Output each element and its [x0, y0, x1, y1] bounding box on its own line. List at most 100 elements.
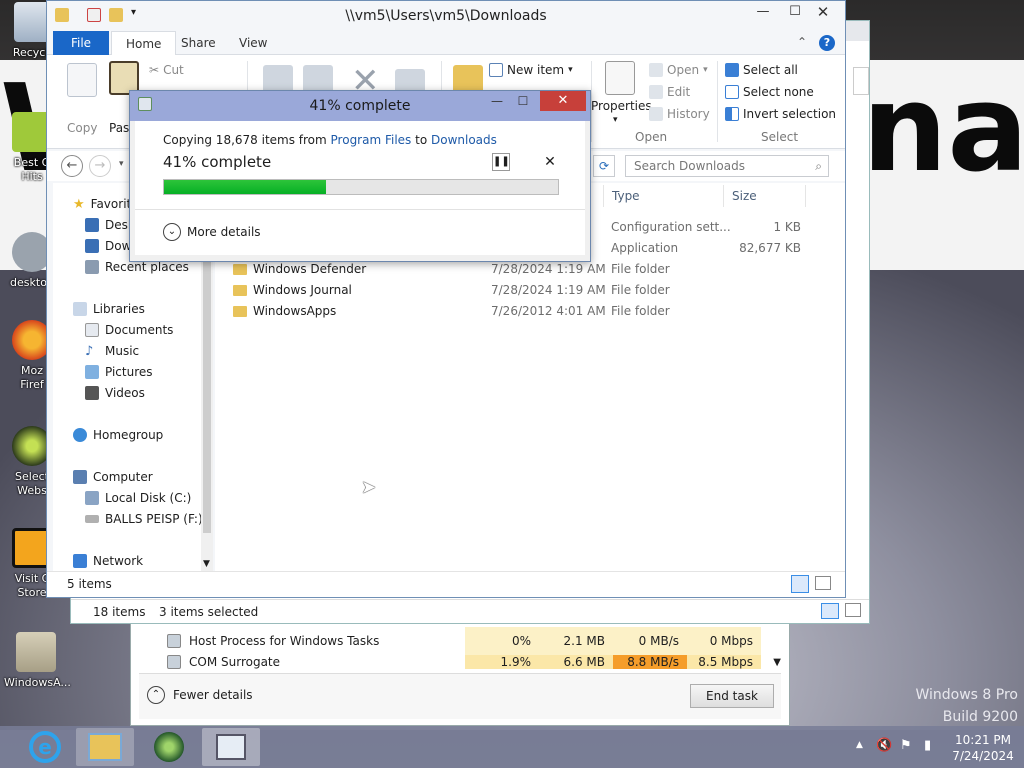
file-explorer-taskbar-icon[interactable] — [76, 728, 134, 766]
documents-icon — [85, 323, 99, 337]
homegroup-icon — [73, 428, 87, 442]
open-button[interactable]: Open ▾ — [649, 63, 708, 77]
window-title: \\vm5\Users\vm5\Downloads — [345, 8, 547, 24]
scroll-down-icon[interactable]: ▼ — [773, 657, 781, 668]
network-icon — [73, 554, 87, 568]
windowsapps-folder-icon[interactable]: WindowsA... — [4, 632, 71, 690]
edit-icon — [649, 85, 663, 99]
new-item-icon — [489, 63, 503, 77]
table-row[interactable]: WindowsApps 7/26/2012 4:01 AM File folde… — [233, 301, 823, 321]
videos-icon — [85, 386, 99, 400]
source-link[interactable]: Program Files — [331, 133, 412, 147]
dialog-body: Copying 18,678 items from Program Files … — [135, 121, 585, 255]
back-button[interactable]: ← — [61, 155, 83, 177]
nav-homegroup[interactable]: Homegroup — [73, 426, 163, 444]
help-icon[interactable]: ? — [819, 35, 835, 51]
scroll-down-icon[interactable]: ▼ — [203, 559, 210, 569]
dropdown-arrow-icon: ▾ — [703, 65, 708, 75]
table-row[interactable]: Windows Defender 7/28/2024 1:19 AM File … — [233, 259, 823, 279]
nav-removable-drive[interactable]: BALLS PEISP (F:) — [85, 510, 203, 528]
thumbnails-view-icon[interactable] — [845, 603, 861, 617]
internet-explorer-taskbar-icon[interactable]: e — [16, 728, 74, 766]
open-icon — [649, 63, 663, 77]
end-task-button[interactable]: End task — [690, 684, 774, 708]
mouse-cursor-icon: ➤ — [361, 477, 377, 498]
nav-videos[interactable]: Videos — [85, 384, 145, 402]
close-button[interactable]: ✕ — [807, 1, 839, 23]
ribbon-tabs: File Home Share View ⌃ ? — [47, 31, 845, 55]
downloads-icon — [85, 239, 99, 253]
select-none-icon — [725, 85, 739, 99]
refresh-button[interactable]: ⟳ — [593, 155, 615, 177]
copy-icon[interactable] — [67, 63, 97, 97]
select-all-icon — [725, 63, 739, 77]
ribbon-group-select: Select — [761, 130, 799, 144]
show-hidden-icons-icon[interactable]: ▲ — [856, 740, 863, 750]
dropdown-arrow-icon: ▾ — [568, 65, 573, 75]
select-all-button[interactable]: Select all — [725, 63, 798, 77]
collapse-ribbon-icon[interactable]: ⌃ — [797, 35, 807, 49]
nav-documents[interactable]: Documents — [85, 321, 173, 339]
destination-link[interactable]: Downloads — [431, 133, 497, 147]
folder-icon — [233, 263, 247, 275]
details-view-icon[interactable] — [791, 575, 809, 593]
nav-libraries[interactable]: Libraries — [73, 300, 145, 318]
globe-app-taskbar-icon[interactable] — [140, 728, 198, 766]
nav-local-disk[interactable]: Local Disk (C:) — [85, 489, 191, 507]
table-row[interactable]: Host Process for Windows Tasks 0% 2.1 MB… — [139, 627, 769, 655]
folder-icon — [233, 305, 247, 317]
fewer-details-button[interactable]: ⌃ Fewer details — [147, 686, 253, 704]
column-size[interactable]: Size — [732, 189, 757, 203]
edit-button[interactable]: Edit — [649, 85, 690, 99]
status-bar: 18 items 3 items selected — [71, 599, 869, 623]
nav-favorites[interactable]: ★ Favorit — [73, 195, 131, 213]
process-icon — [167, 634, 181, 648]
forward-button[interactable]: → — [89, 155, 111, 177]
pause-button[interactable]: ❚❚ — [492, 153, 510, 171]
dialog-close-button[interactable]: ✕ — [540, 91, 586, 111]
copy-button[interactable]: Copy — [67, 121, 97, 135]
dialog-title-bar: 41% complete — ☐ ✕ — [130, 91, 590, 121]
taskbar: e ▲ 🔇 ⚑ ▮ 10:21 PM 7/24/2024 — [0, 726, 1024, 768]
process-icon — [167, 655, 181, 669]
clock[interactable]: 10:21 PM 7/24/2024 — [946, 732, 1020, 764]
nav-music[interactable]: ♪ Music — [85, 342, 139, 360]
action-center-flag-icon[interactable]: ⚑ — [900, 738, 912, 753]
minimize-button[interactable]: — — [747, 1, 779, 23]
copy-progress-fill — [164, 180, 326, 194]
cut-button[interactable]: ✂ Cut — [149, 63, 184, 77]
select-none-button[interactable]: Select none — [725, 85, 814, 99]
nav-pictures[interactable]: Pictures — [85, 363, 153, 381]
properties-button[interactable]: Properties — [591, 99, 652, 113]
table-row[interactable]: Windows Journal 7/28/2024 1:19 AM File f… — [233, 280, 823, 300]
properties-dropdown-icon[interactable]: ▾ — [613, 115, 618, 125]
network-status-icon[interactable]: ▮ — [924, 738, 931, 753]
nav-computer[interactable]: Computer — [73, 468, 153, 486]
dialog-maximize-button[interactable]: ☐ — [510, 91, 536, 111]
nav-desktop[interactable]: Desk — [85, 216, 135, 234]
thumbnails-view-icon[interactable] — [815, 576, 831, 590]
new-item-button[interactable]: New item ▾ — [489, 63, 573, 77]
volume-muted-icon[interactable]: 🔇 — [876, 738, 892, 753]
column-type[interactable]: Type — [612, 189, 640, 203]
history-button[interactable]: History — [649, 107, 710, 121]
invert-selection-button[interactable]: Invert selection — [725, 107, 836, 121]
tab-view[interactable]: View — [225, 31, 281, 55]
cancel-copy-button[interactable]: ✕ — [541, 153, 559, 171]
chevron-down-icon: ⌄ — [163, 223, 181, 241]
nav-network[interactable]: Network — [73, 552, 143, 570]
details-view-icon[interactable] — [821, 603, 839, 619]
more-details-button[interactable]: ⌄ More details — [163, 223, 261, 241]
copy-progress-bar — [163, 179, 559, 195]
dialog-minimize-button[interactable]: — — [484, 91, 510, 111]
windows-version-watermark: Windows 8 Pro Build 9200 — [915, 687, 1018, 725]
task-manager-taskbar-icon[interactable] — [202, 728, 260, 766]
nav-downloads[interactable]: Dow — [85, 237, 131, 255]
search-input[interactable]: Search Downloads ⌕ — [625, 155, 829, 177]
tab-share[interactable]: Share — [167, 31, 230, 55]
properties-icon[interactable] — [605, 61, 635, 95]
recent-locations-icon[interactable]: ▾ — [119, 159, 124, 169]
table-row[interactable]: COM Surrogate 1.9% 6.6 MB 8.8 MB/s 8.5 M… — [139, 655, 769, 669]
recent-places-icon — [85, 260, 99, 274]
tab-file[interactable]: File — [53, 31, 109, 55]
